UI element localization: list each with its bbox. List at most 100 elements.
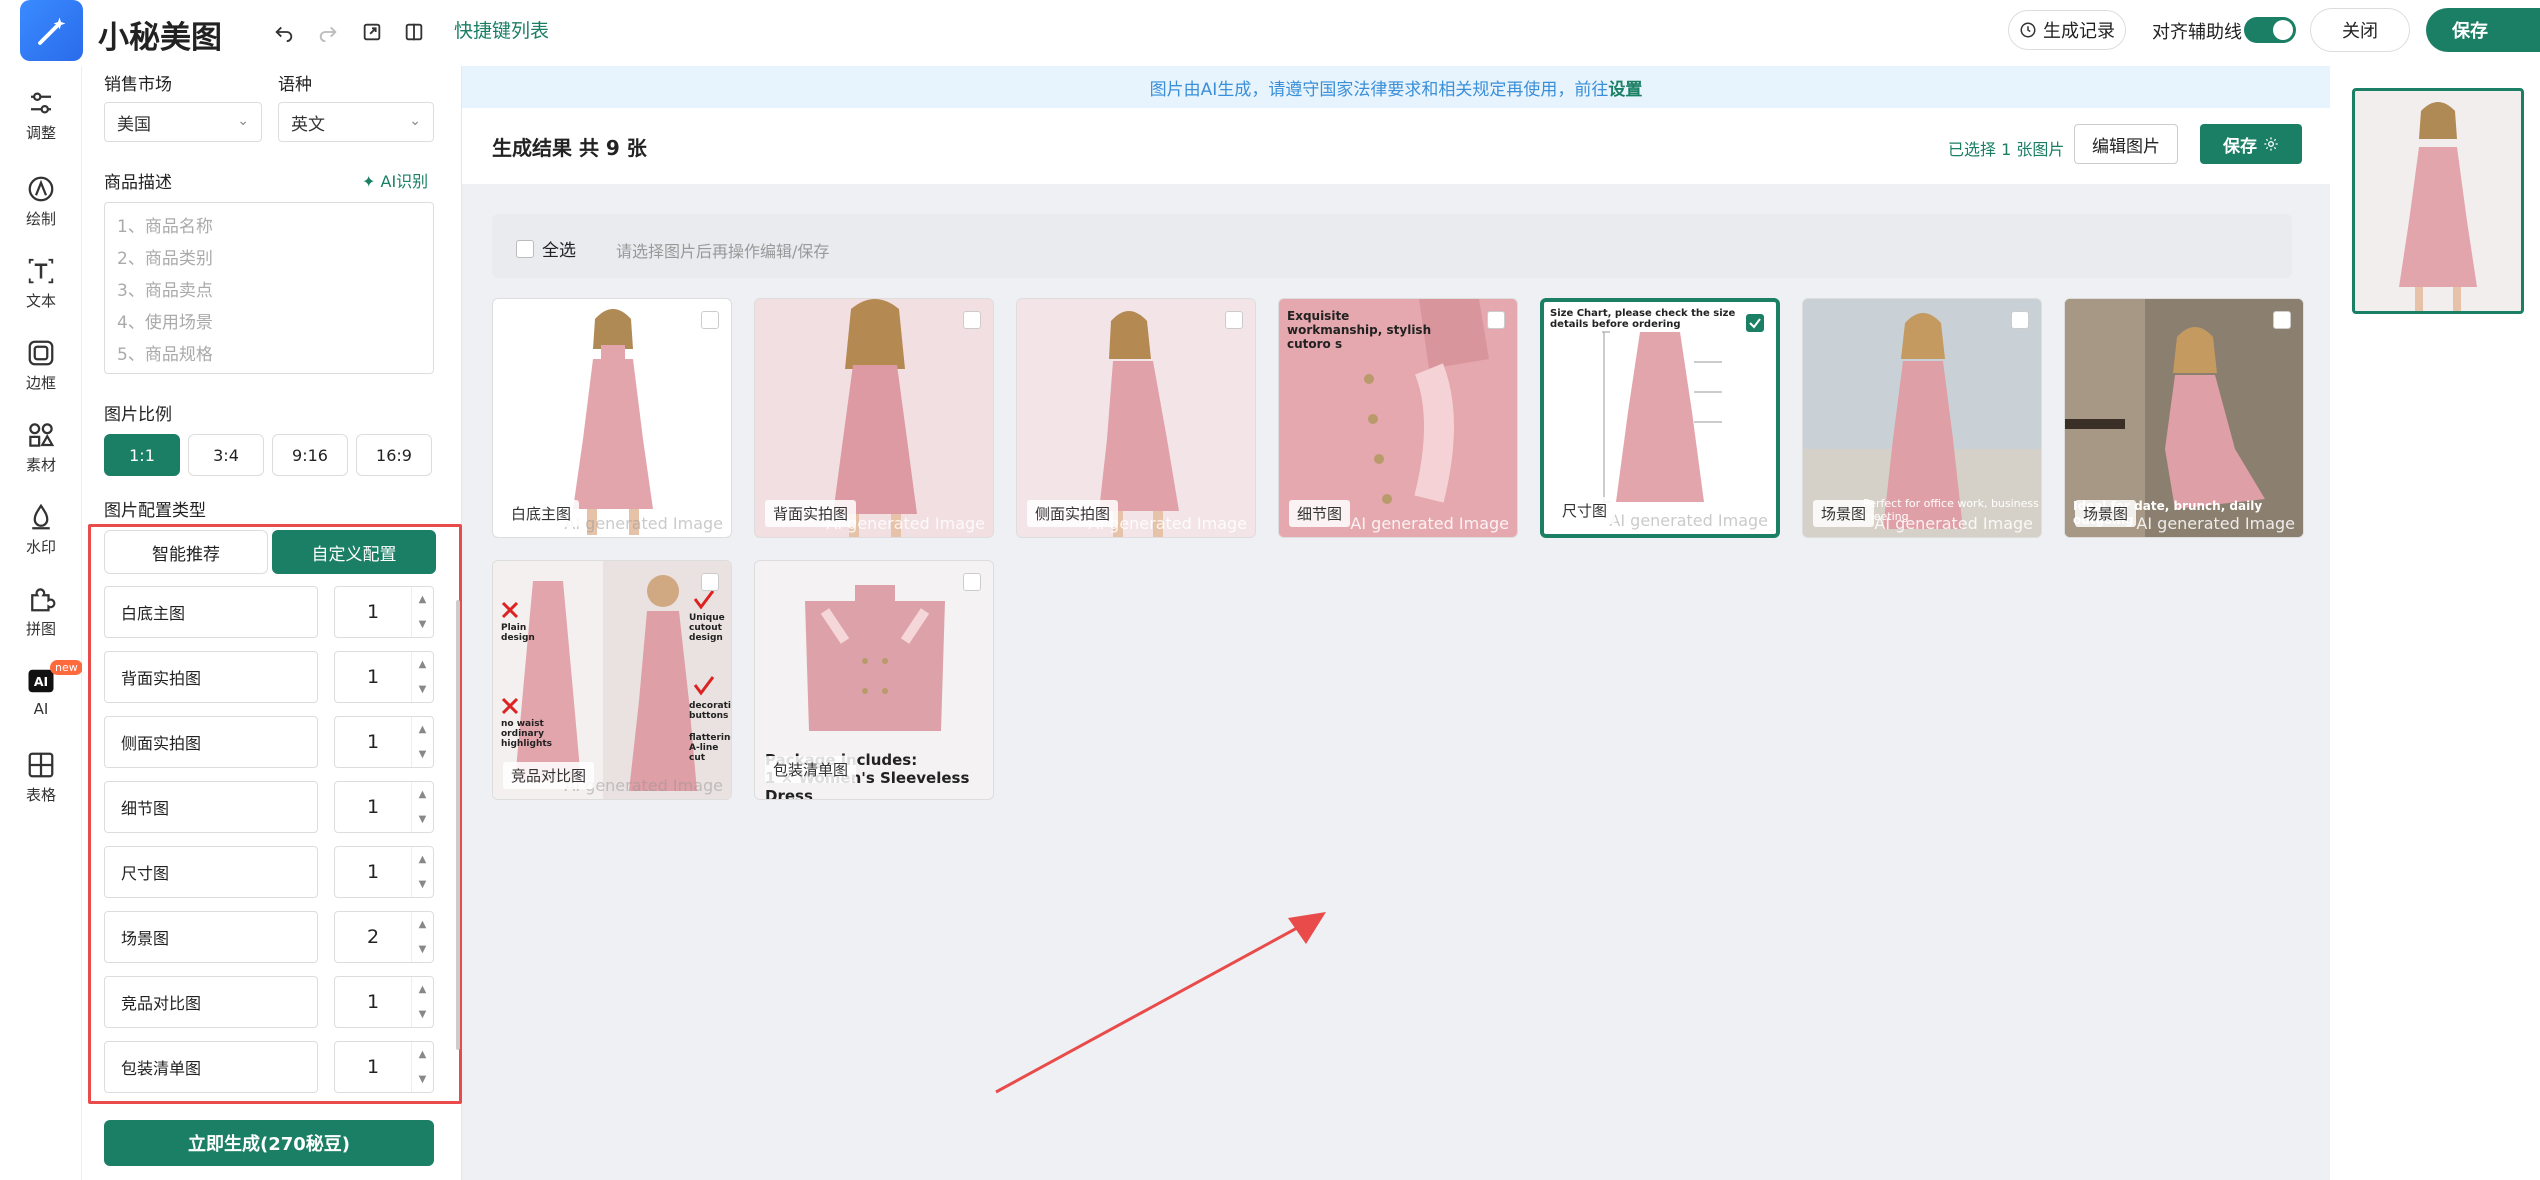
config-row: 场景图 2 ▲ ▼ bbox=[104, 911, 434, 963]
save-button[interactable]: 保存 bbox=[2200, 124, 2302, 164]
description-textarea[interactable]: 1、商品名称 2、商品类别 3、商品卖点 4、使用场景 5、商品规格 bbox=[104, 202, 434, 374]
card-checkbox[interactable] bbox=[701, 573, 719, 591]
chevron-up-icon[interactable]: ▲ bbox=[419, 659, 427, 670]
chevron-up-icon[interactable]: ▲ bbox=[419, 1049, 427, 1060]
stepper-arrows[interactable]: ▲ ▼ bbox=[411, 652, 433, 702]
market-select[interactable]: 美国 ⌄ bbox=[104, 102, 262, 142]
generate-button[interactable]: 立即生成(270秘豆) bbox=[104, 1120, 434, 1166]
chevron-down-icon[interactable]: ▼ bbox=[419, 879, 427, 890]
card-checkbox[interactable] bbox=[2273, 311, 2291, 329]
quantity-stepper[interactable]: 1 ▲ ▼ bbox=[334, 716, 434, 768]
chevron-down-icon[interactable]: ▼ bbox=[419, 684, 427, 695]
result-card[interactable]: Perfect for office work, business meetin… bbox=[1802, 298, 2042, 538]
card-checkbox[interactable] bbox=[963, 573, 981, 591]
edit-image-button[interactable]: 编辑图片 bbox=[2074, 124, 2178, 164]
compare-icon[interactable] bbox=[398, 16, 430, 48]
chevron-down-icon[interactable]: ▼ bbox=[419, 1074, 427, 1085]
ratio-1-1[interactable]: 1:1 bbox=[104, 434, 180, 476]
chevron-down-icon[interactable]: ▼ bbox=[419, 814, 427, 825]
result-card-selected[interactable]: Size Chart, please check the size detail… bbox=[1540, 298, 1780, 538]
chevron-down-icon[interactable]: ▼ bbox=[419, 619, 427, 630]
ratio-16-9[interactable]: 16:9 bbox=[356, 434, 432, 476]
result-card[interactable]: Exquisite workmanship, stylish cutoro s … bbox=[1278, 298, 1518, 538]
selected-thumbnail[interactable] bbox=[2352, 88, 2524, 314]
card-checkbox[interactable] bbox=[963, 311, 981, 329]
chevron-up-icon[interactable]: ▲ bbox=[419, 984, 427, 995]
quantity-stepper[interactable]: 1 ▲ ▼ bbox=[334, 976, 434, 1028]
redo-icon[interactable] bbox=[312, 16, 344, 48]
ratio-3-4[interactable]: 3:4 bbox=[188, 434, 264, 476]
stepper-arrows[interactable]: ▲ ▼ bbox=[411, 782, 433, 832]
stepper-arrows[interactable]: ▲ ▼ bbox=[411, 587, 433, 637]
chevron-up-icon[interactable]: ▲ bbox=[419, 854, 427, 865]
chevron-down-icon[interactable]: ▼ bbox=[419, 1009, 427, 1020]
result-card[interactable]: Plain design Unique cutout design no wai… bbox=[492, 560, 732, 800]
nav-item-watermark[interactable]: 水印 bbox=[0, 502, 82, 557]
config-row: 细节图 1 ▲ ▼ bbox=[104, 781, 434, 833]
result-card[interactable]: Package includes: 1 × Women's Sleeveless… bbox=[754, 560, 994, 800]
quantity-stepper[interactable]: 1 ▲ ▼ bbox=[334, 781, 434, 833]
stepper-arrows[interactable]: ▲ ▼ bbox=[411, 1042, 433, 1092]
card-checkbox-checked[interactable] bbox=[1746, 314, 1764, 332]
nav-label: AI bbox=[33, 700, 49, 718]
chevron-up-icon[interactable]: ▲ bbox=[419, 789, 427, 800]
language-select[interactable]: 英文 ⌄ bbox=[278, 102, 434, 142]
chevron-down-icon[interactable]: ▼ bbox=[419, 749, 427, 760]
undo-icon[interactable] bbox=[268, 16, 300, 48]
ai-notice: 图片由AI生成，请遵守国家法律要求和相关规定再使用，前往 设置 bbox=[462, 66, 2330, 108]
nav-item-text[interactable]: 文本 bbox=[0, 256, 82, 311]
quantity-stepper[interactable]: 1 ▲ ▼ bbox=[334, 586, 434, 638]
quantity-stepper[interactable]: 1 ▲ ▼ bbox=[334, 651, 434, 703]
nav-item-ai[interactable]: new AI AI bbox=[0, 660, 83, 718]
selection-bar: 全选 请选择图片后再操作编辑/保存 bbox=[492, 214, 2292, 278]
card-checkbox[interactable] bbox=[2011, 311, 2029, 329]
card-overlay-text: Plain design bbox=[501, 623, 535, 643]
result-card[interactable]: Ideal for date, brunch, daily outgoing A… bbox=[2064, 298, 2304, 538]
stepper-arrows[interactable]: ▲ ▼ bbox=[411, 912, 433, 962]
quantity-value: 1 bbox=[367, 796, 380, 818]
history-button[interactable]: 生成记录 bbox=[2008, 10, 2126, 50]
ai-detect-button[interactable]: ✦ AI识别 bbox=[362, 168, 428, 192]
result-card[interactable]: AI generated Image 白底主图 bbox=[492, 298, 732, 538]
result-card[interactable]: AI generated Image 背面实拍图 bbox=[754, 298, 994, 538]
card-checkbox[interactable] bbox=[1487, 311, 1505, 329]
nav-item-draw[interactable]: 绘制 bbox=[0, 174, 82, 229]
tab-smart-recommend[interactable]: 智能推荐 bbox=[104, 530, 268, 574]
quantity-stepper[interactable]: 1 ▲ ▼ bbox=[334, 1041, 434, 1093]
select-all-checkbox[interactable] bbox=[516, 239, 534, 258]
nav-item-border[interactable]: 边框 bbox=[0, 338, 82, 393]
quantity-value: 1 bbox=[367, 666, 380, 688]
select-all[interactable]: 全选 bbox=[516, 236, 576, 261]
stepper-arrows[interactable]: ▲ ▼ bbox=[411, 977, 433, 1027]
card-checkbox[interactable] bbox=[701, 311, 719, 329]
nav-item-table[interactable]: 表格 bbox=[0, 750, 82, 805]
result-card[interactable]: AI generated Image 侧面实拍图 bbox=[1016, 298, 1256, 538]
nav-item-material[interactable]: 素材 bbox=[0, 420, 82, 475]
close-button[interactable]: 关闭 bbox=[2310, 8, 2410, 52]
card-checkbox[interactable] bbox=[1225, 311, 1243, 329]
nav-item-adjust[interactable]: 调整 bbox=[0, 88, 82, 143]
chevron-up-icon[interactable]: ▲ bbox=[419, 594, 427, 605]
export-icon[interactable] bbox=[356, 16, 388, 48]
stepper-arrows[interactable]: ▲ ▼ bbox=[411, 717, 433, 767]
history-label: 生成记录 bbox=[2043, 21, 2115, 42]
panel-scrollbar[interactable] bbox=[456, 600, 460, 1050]
chevron-down-icon[interactable]: ▼ bbox=[419, 944, 427, 955]
card-tag: 包装清单图 bbox=[765, 756, 857, 783]
chevron-up-icon[interactable]: ▲ bbox=[419, 724, 427, 735]
save-top-button[interactable]: 保存 bbox=[2426, 8, 2540, 52]
chevron-up-icon[interactable]: ▲ bbox=[419, 919, 427, 930]
align-guides-toggle[interactable] bbox=[2244, 17, 2296, 43]
shortcut-list-link[interactable]: 快捷键列表 bbox=[454, 16, 549, 43]
card-overlay-text: Unique cutout design bbox=[689, 613, 725, 643]
config-name: 白底主图 bbox=[104, 586, 318, 638]
quantity-stepper[interactable]: 1 ▲ ▼ bbox=[334, 846, 434, 898]
align-guides-label: 对齐辅助线 bbox=[2152, 22, 2242, 43]
tab-custom-config[interactable]: 自定义配置 bbox=[272, 530, 436, 574]
stepper-arrows[interactable]: ▲ ▼ bbox=[411, 847, 433, 897]
ratio-9-16[interactable]: 9:16 bbox=[272, 434, 348, 476]
nav-item-puzzle[interactable]: 拼图 bbox=[0, 584, 82, 639]
quantity-stepper[interactable]: 2 ▲ ▼ bbox=[334, 911, 434, 963]
card-overlay-text: flattering A-line cut bbox=[689, 733, 731, 763]
notice-settings-link[interactable]: 设置 bbox=[1608, 75, 1642, 100]
